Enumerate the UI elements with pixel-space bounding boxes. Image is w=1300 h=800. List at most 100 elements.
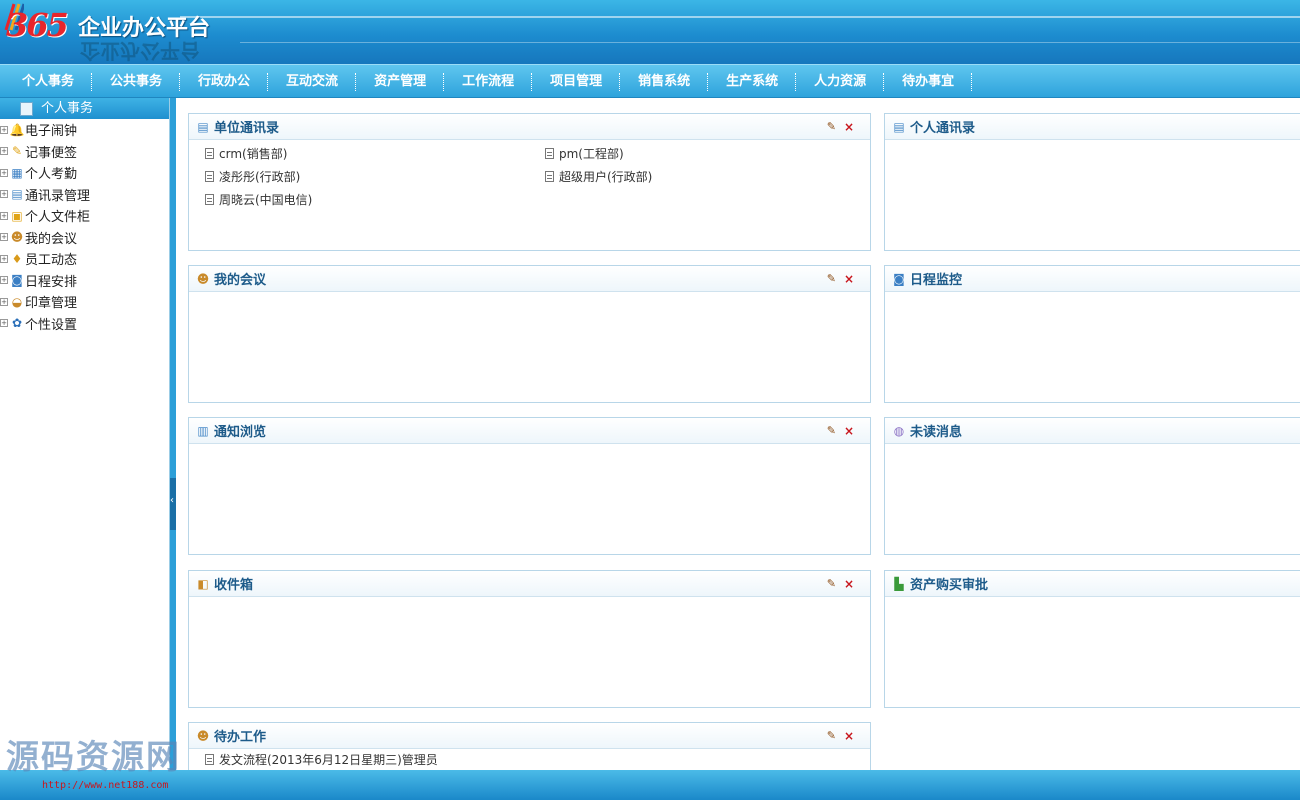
address-book-icon: ▤ (11, 187, 23, 202)
app-title-reflection: 企业办公平台 (80, 39, 200, 63)
nav-item-hr[interactable]: 人力资源 (796, 65, 885, 98)
expand-icon[interactable]: + (0, 319, 8, 328)
contact-item[interactable]: 凌彤彤(行政部) (205, 167, 545, 186)
nav-item-public[interactable]: 公共事务 (92, 65, 181, 98)
nav-item-projects[interactable]: 项目管理 (532, 65, 621, 98)
sidebar-item-attendance[interactable]: + ▦ 个人考勤 (0, 162, 169, 184)
asset-icon: ▙ (894, 576, 904, 591)
contact-item[interactable]: 超级用户(行政部) (545, 167, 845, 186)
document-icon (545, 148, 554, 159)
sidebar-item-files[interactable]: + ▣ 个人文件柜 (0, 205, 169, 227)
expand-icon[interactable]: + (0, 276, 8, 285)
note-icon: ✎ (11, 144, 23, 159)
close-icon[interactable]: × (844, 577, 854, 591)
panel-tools: ✎ × (827, 729, 854, 743)
sidebar-header: 个人事务 (0, 98, 169, 119)
expand-icon[interactable]: + (0, 190, 8, 199)
nav-item-admin[interactable]: 行政办公 (180, 65, 269, 98)
contact-label: pm(工程部) (559, 147, 624, 161)
nav-item-interaction[interactable]: 互动交流 (268, 65, 357, 98)
logo-number: 365 (6, 6, 69, 44)
contact-item[interactable]: crm(销售部) (205, 144, 545, 163)
sidebar-item-alarm[interactable]: + 🔔 电子闹钟 (0, 119, 169, 141)
seal-icon: ◒ (11, 294, 23, 309)
header-decoration (240, 42, 1300, 43)
contact-item[interactable]: pm(工程部) (545, 144, 845, 163)
expand-icon[interactable]: + (0, 297, 8, 306)
close-icon[interactable]: × (844, 120, 854, 134)
panel-todo-work: ☻ 待办工作 ✎ × 发文流程(2013年6月12日星期三)管理员 (188, 722, 871, 770)
panel-tools: ✎ × (827, 577, 854, 591)
panel-company-contacts: ▤ 单位通讯录 ✎ × crm(销售部) pm(工程部) 凌彤彤(行政部) 超级… (188, 113, 871, 251)
panel-unread-messages: ◍ 未读消息 (884, 417, 1300, 555)
sidebar-item-notes[interactable]: + ✎ 记事便签 (0, 141, 169, 163)
panel-header: ◙ 日程监控 (885, 266, 1300, 292)
edit-icon[interactable]: ✎ (827, 120, 836, 134)
expand-icon[interactable]: + (0, 125, 8, 134)
watermark-text: 源码资源网 (6, 737, 181, 776)
document-icon (205, 754, 214, 765)
nav-item-personal[interactable]: 个人事务 (4, 65, 93, 98)
app-header: 365 企业办公平台 企业办公平台 (0, 0, 1300, 64)
meeting-icon: ☻ (196, 271, 210, 286)
document-icon (205, 171, 214, 182)
panel-tools: ✎ × (827, 120, 854, 134)
edit-icon[interactable]: ✎ (827, 424, 836, 438)
document-icon (205, 148, 214, 159)
panel-inbox: ◧ 收件箱 ✎ × (188, 570, 871, 708)
sidebar-item-seal[interactable]: + ◒ 印章管理 (0, 291, 169, 313)
sidebar: 个人事务 + 🔔 电子闹钟 + ✎ 记事便签 + ▦ 个人考勤 + ▤ 通讯录管… (0, 98, 170, 770)
expand-icon[interactable]: + (0, 254, 8, 263)
staff-icon: ♦ (11, 251, 23, 266)
edit-icon[interactable]: ✎ (827, 729, 836, 743)
close-icon[interactable]: × (844, 424, 854, 438)
footer-bar (0, 770, 1300, 800)
nav-item-production[interactable]: 生产系统 (708, 65, 797, 98)
panel-title: 通知浏览 (214, 425, 267, 440)
app-logo: 365 企业办公平台 企业办公平台 (0, 0, 230, 64)
panel-title: 单位通讯录 (214, 121, 280, 136)
expand-icon[interactable]: + (0, 168, 8, 177)
edit-icon[interactable]: ✎ (827, 272, 836, 286)
panel-schedule-monitor: ◙ 日程监控 (884, 265, 1300, 403)
main-nav: 个人事务 公共事务 行政办公 互动交流 资产管理 工作流程 项目管理 销售系统 … (0, 64, 1300, 98)
panel-header: ▥ 通知浏览 ✎ × (189, 418, 870, 444)
sidebar-item-meetings[interactable]: + ☻ 我的会议 (0, 227, 169, 249)
todo-list: 发文流程(2013年6月12日星期三)管理员 (189, 749, 870, 770)
panel-header: ▤ 个人通讯录 (885, 114, 1300, 140)
calendar-icon: ▦ (11, 165, 23, 180)
contacts-list: crm(销售部) pm(工程部) 凌彤彤(行政部) 超级用户(行政部) 周晓云(… (189, 140, 870, 213)
expand-icon[interactable]: + (0, 147, 8, 156)
todo-item[interactable]: 发文流程(2013年6月12日星期三)管理员 (205, 750, 854, 769)
panel-my-meetings: ☻ 我的会议 ✎ × (188, 265, 871, 403)
edit-icon[interactable]: ✎ (827, 577, 836, 591)
sidebar-item-contacts[interactable]: + ▤ 通讯录管理 (0, 184, 169, 206)
panel-header: ☻ 待办工作 ✎ × (189, 723, 870, 749)
sidebar-item-label: 个人文件柜 (25, 210, 91, 226)
sidebar-item-label: 电子闹钟 (25, 124, 78, 140)
expand-icon[interactable]: + (0, 211, 8, 220)
close-icon[interactable]: × (844, 272, 854, 286)
sidebar-item-staff[interactable]: + ♦ 员工动态 (0, 248, 169, 270)
close-icon[interactable]: × (844, 729, 854, 743)
contact-label: crm(销售部) (219, 147, 288, 161)
expand-icon[interactable]: + (0, 233, 8, 242)
document-icon (545, 171, 554, 182)
document-icon (20, 101, 33, 116)
panel-title: 我的会议 (214, 273, 267, 288)
panel-title: 个人通讯录 (910, 121, 976, 136)
panel-title: 收件箱 (214, 578, 254, 593)
panel-notice-browse: ▥ 通知浏览 ✎ × (188, 417, 871, 555)
contact-label: 凌彤彤(行政部) (219, 170, 301, 184)
nav-item-todo[interactable]: 待办事宜 (884, 65, 973, 98)
panel-title: 未读消息 (910, 425, 963, 440)
contact-item[interactable]: 周晓云(中国电信) (205, 190, 545, 209)
file-cabinet-icon: ▣ (11, 208, 23, 223)
nav-item-assets[interactable]: 资产管理 (356, 65, 445, 98)
sidebar-item-label: 日程安排 (25, 274, 78, 290)
sidebar-item-schedule[interactable]: + ◙ 日程安排 (0, 270, 169, 292)
nav-item-workflow[interactable]: 工作流程 (444, 65, 533, 98)
nav-item-sales[interactable]: 销售系统 (620, 65, 709, 98)
sidebar-item-settings[interactable]: + ✿ 个性设置 (0, 313, 169, 335)
inbox-icon: ◧ (197, 576, 209, 591)
